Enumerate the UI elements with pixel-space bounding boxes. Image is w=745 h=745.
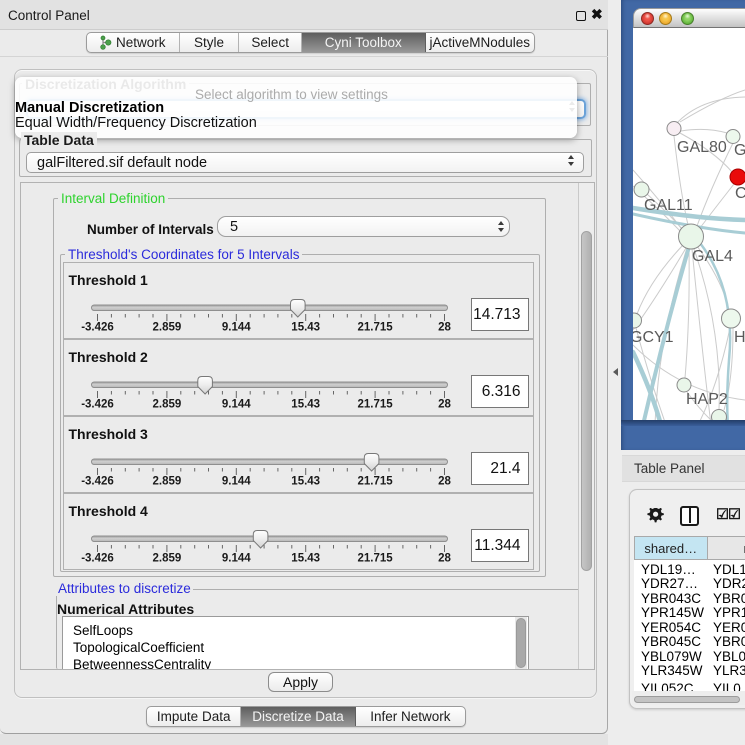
svg-text:15.43: 15.43 (291, 322, 320, 334)
svg-text:GCY1: GCY1 (633, 329, 674, 346)
svg-text:21.715: 21.715 (357, 399, 393, 411)
svg-text:GA: GA (734, 142, 745, 159)
svg-text:9.144: 9.144 (221, 553, 250, 565)
svg-text:-3.426: -3.426 (81, 553, 114, 565)
svg-text:H: H (734, 329, 745, 346)
svg-text:2.859: 2.859 (152, 553, 181, 565)
svg-text:28: 28 (438, 476, 451, 488)
svg-text:28: 28 (438, 553, 451, 565)
svg-text:15.43: 15.43 (291, 476, 320, 488)
svg-text:2.859: 2.859 (152, 399, 181, 411)
svg-text:2.859: 2.859 (152, 476, 181, 488)
svg-text:GAL11: GAL11 (644, 197, 693, 214)
svg-text:-3.426: -3.426 (81, 476, 114, 488)
svg-text:GAL4: GAL4 (692, 248, 733, 265)
svg-text:9.144: 9.144 (221, 399, 250, 411)
svg-text:21.715: 21.715 (357, 476, 393, 488)
svg-text:21.715: 21.715 (357, 322, 393, 334)
svg-text:-3.426: -3.426 (81, 399, 114, 411)
svg-text:21.715: 21.715 (357, 553, 393, 565)
svg-text:9.144: 9.144 (221, 476, 250, 488)
svg-text:15.43: 15.43 (291, 399, 320, 411)
svg-text:HAP2: HAP2 (686, 391, 728, 408)
svg-text:GAL80: GAL80 (677, 139, 727, 156)
svg-text:15.43: 15.43 (291, 553, 320, 565)
svg-text:2.859: 2.859 (152, 322, 181, 334)
svg-text:9.144: 9.144 (221, 322, 250, 334)
svg-text:-3.426: -3.426 (81, 322, 114, 334)
svg-text:C: C (735, 185, 745, 202)
svg-text:28: 28 (438, 322, 451, 334)
svg-text:28: 28 (438, 399, 451, 411)
